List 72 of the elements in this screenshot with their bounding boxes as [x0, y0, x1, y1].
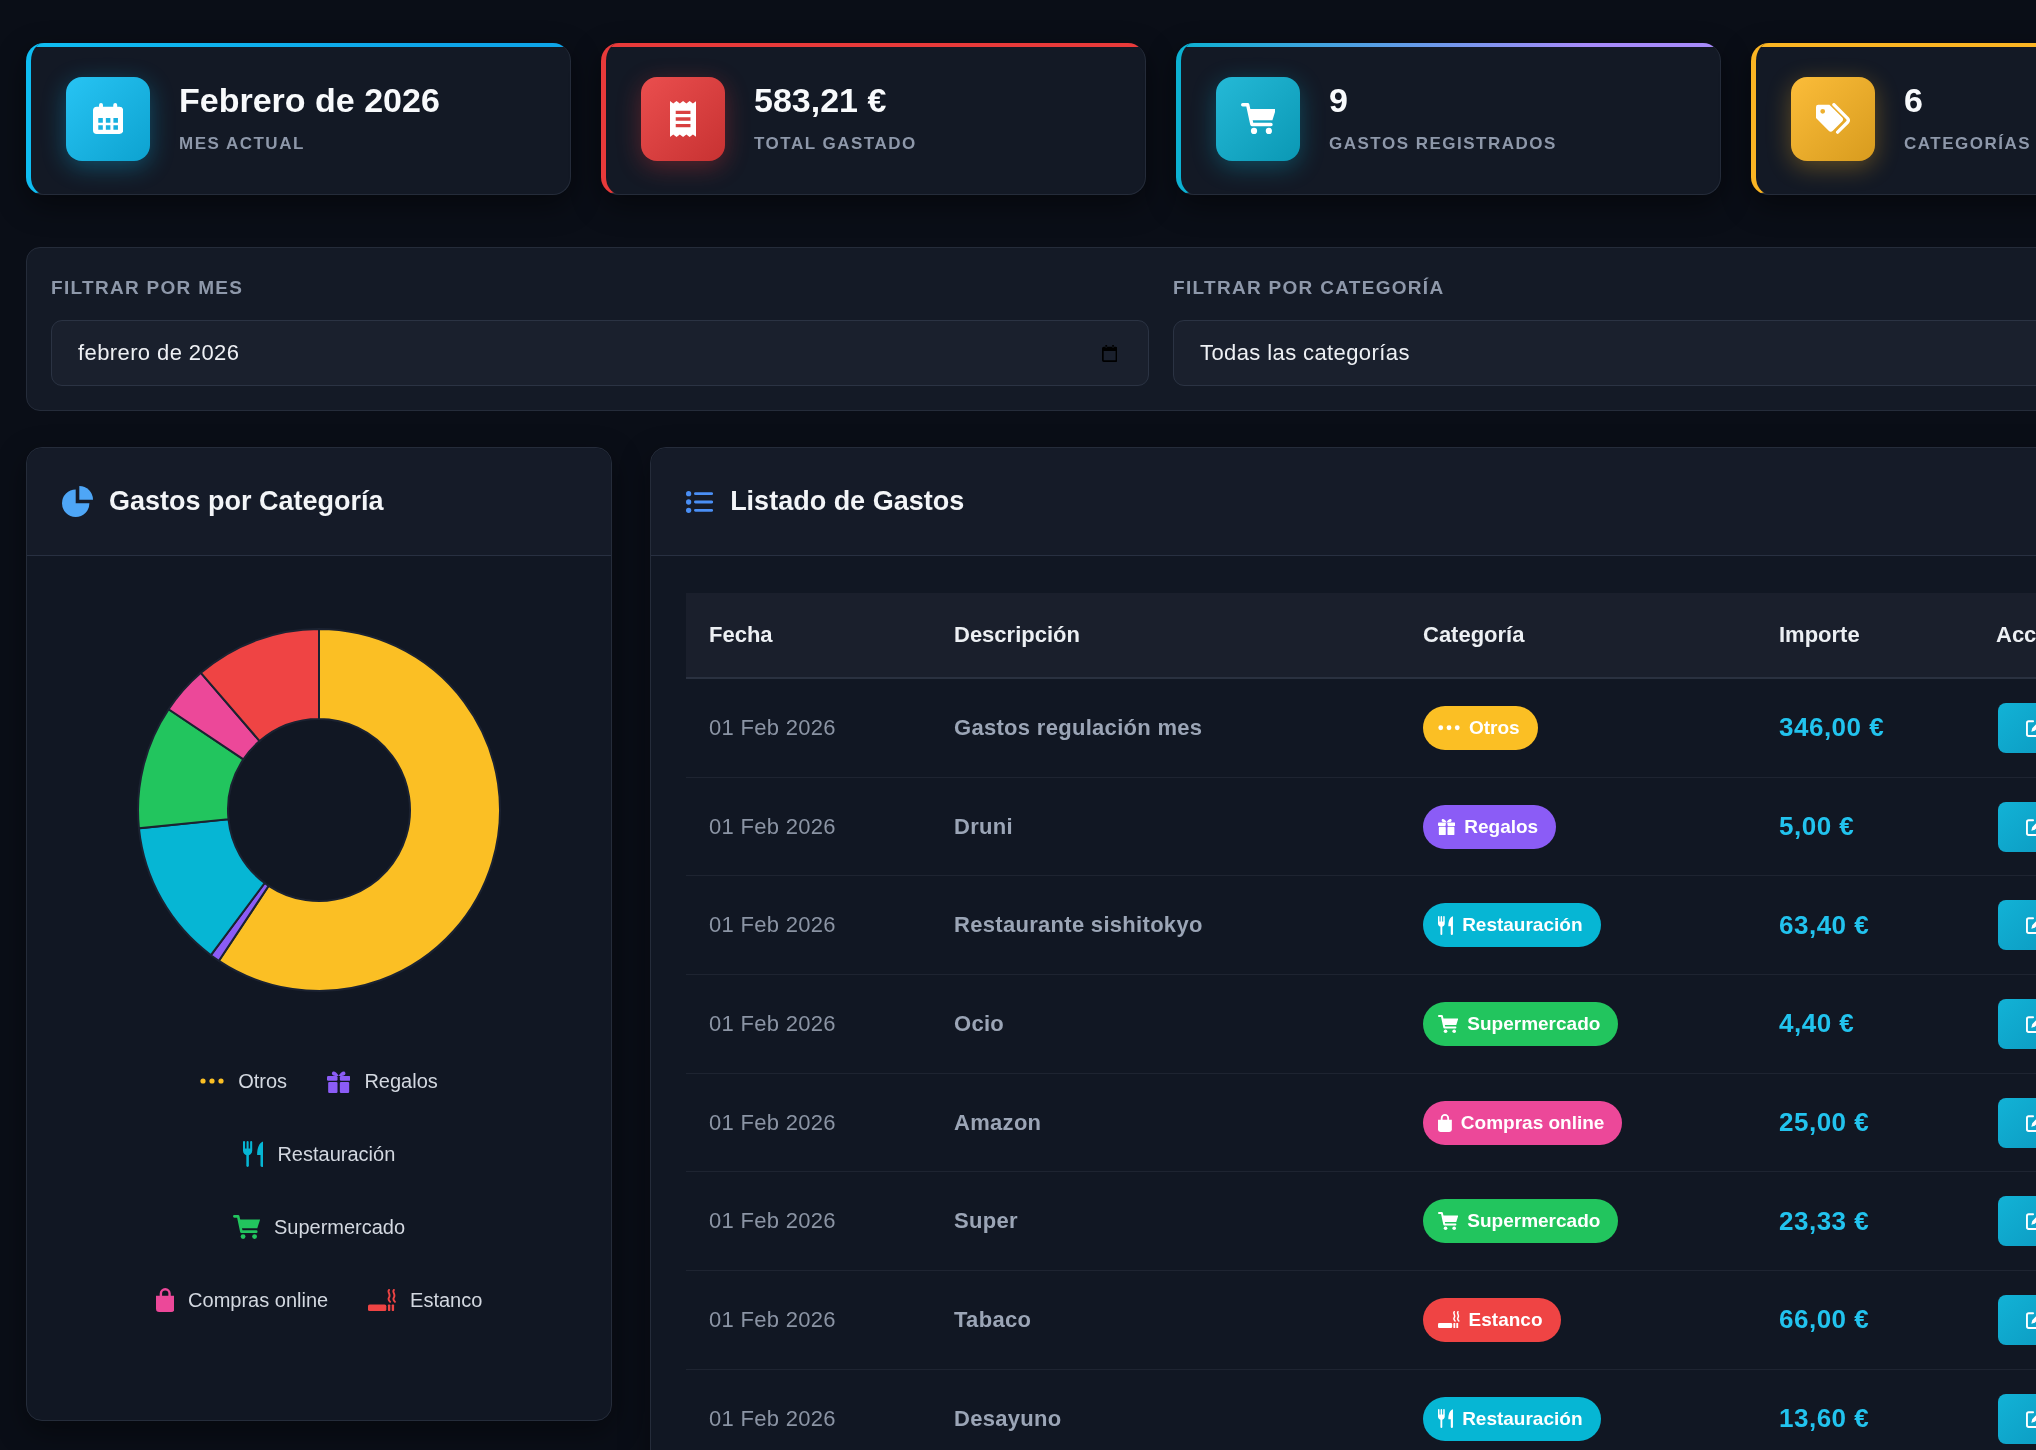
cart-icon — [1216, 76, 1300, 161]
expense-amount: 23,33 € — [1779, 1205, 1870, 1237]
expense-description: Desayuno — [954, 1405, 1062, 1432]
fork-knife-icon — [1438, 915, 1454, 935]
expense-amount: 4,40 € — [1779, 1008, 1855, 1040]
column-header: Categoría — [1423, 622, 1525, 648]
expense-description: Super — [954, 1208, 1018, 1235]
stat-label: CATEGORÍAS — [1904, 133, 2032, 154]
calendar-icon — [66, 76, 150, 161]
legend-label: Regalos — [364, 1069, 438, 1093]
cart-icon — [1438, 1014, 1459, 1033]
stat-value: 6 — [1904, 79, 1923, 120]
filter-label: FILTRAR POR MES — [51, 277, 244, 299]
category-badge: Compras online — [1423, 1100, 1623, 1145]
stat-label: GASTOS REGISTRADOS — [1329, 133, 1557, 154]
expense-description: Gastos regulación mes — [954, 714, 1203, 741]
category-badge: Restauración — [1423, 1396, 1601, 1441]
stat-label: TOTAL GASTADO — [754, 133, 917, 154]
shopping-bag-icon — [1438, 1113, 1452, 1132]
category-badge: Estanco — [1423, 1297, 1561, 1342]
category-badge: Supermercado — [1423, 1001, 1619, 1046]
column-header: Fecha — [709, 622, 773, 648]
expense-description: Druni — [954, 813, 1013, 840]
category-badge: Supermercado — [1423, 1199, 1619, 1244]
expense-amount: 346,00 € — [1779, 712, 1885, 744]
legend-label: Estanco — [410, 1288, 483, 1312]
stat-value: 583,21 € — [754, 79, 887, 120]
list-icon — [686, 490, 714, 513]
column-header: Descripción — [954, 622, 1080, 648]
category-select[interactable]: Todas las categorías — [1173, 320, 2036, 386]
legend-label: Otros — [238, 1069, 288, 1093]
ellipsis-icon — [1438, 725, 1460, 731]
expense-description: Tabaco — [954, 1306, 1032, 1333]
expense-date: 01 Feb 2026 — [709, 1208, 836, 1235]
expense-amount: 5,00 € — [1779, 811, 1855, 843]
legend-label: Supermercado — [273, 1215, 406, 1239]
tag-icon — [1791, 76, 1875, 161]
expense-date: 01 Feb 2026 — [709, 714, 836, 741]
legend-label: Compras online — [188, 1288, 329, 1312]
stat-value: Febrero de 2026 — [179, 79, 440, 120]
expense-amount: 63,40 € — [1779, 909, 1870, 941]
panel-title: Listado de Gastos — [730, 486, 965, 517]
expense-date: 01 Feb 2026 — [709, 912, 836, 939]
expense-date: 01 Feb 2026 — [709, 1405, 836, 1432]
expense-date: 01 Feb 2026 — [709, 813, 836, 840]
expense-description: Amazon — [954, 1109, 1042, 1136]
expense-description: Restaurante sishitokyo — [954, 912, 1203, 939]
filter-label: FILTRAR POR CATEGORÍA — [1173, 277, 1445, 299]
expense-amount: 13,60 € — [1779, 1403, 1870, 1435]
expense-date: 01 Feb 2026 — [709, 1109, 836, 1136]
expense-description: Ocio — [954, 1010, 1005, 1037]
column-header: Acc — [1996, 622, 2036, 648]
expense-amount: 66,00 € — [1779, 1304, 1870, 1336]
column-header: Importe — [1779, 622, 1860, 648]
category-badge: Regalos — [1423, 804, 1557, 849]
stat-label: MES ACTUAL — [179, 133, 305, 154]
pie-chart-icon — [62, 486, 93, 517]
fork-knife-icon — [1438, 1409, 1454, 1429]
cigarette-icon — [1438, 1311, 1460, 1329]
gift-icon — [1438, 818, 1456, 836]
category-badge: Restauración — [1423, 903, 1601, 948]
expense-amount: 25,00 € — [1779, 1107, 1870, 1139]
legend-label: Restauración — [277, 1142, 396, 1166]
cart-icon — [1438, 1212, 1459, 1231]
panel-title: Gastos por Categoría — [109, 486, 384, 517]
stat-value: 9 — [1329, 79, 1348, 120]
receipt-icon — [641, 76, 725, 161]
calendar-icon — [1101, 344, 1117, 362]
month-field[interactable]: febrero de 2026 — [51, 320, 1149, 386]
expense-date: 01 Feb 2026 — [709, 1010, 836, 1037]
expense-date: 01 Feb 2026 — [709, 1306, 836, 1333]
category-badge: Otros — [1423, 705, 1538, 750]
